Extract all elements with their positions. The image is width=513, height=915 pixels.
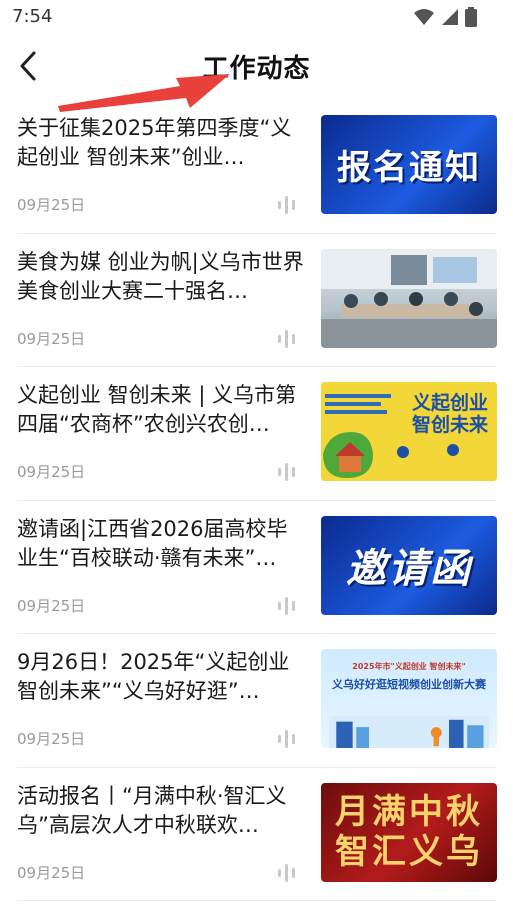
list-item[interactable]: 义起创业 智创未来 | 义乌市第四届“农商杯”农创兴农创… 09月25日 义起创… [0, 367, 513, 501]
article-date: 09月25日 [17, 329, 86, 348]
divider [17, 900, 496, 901]
article-title: 9月26日！2025年“义起创业 智创未来”“义乌好好逛”… [17, 650, 290, 703]
article-thumbnail: 报名通知 [321, 115, 497, 214]
audio-play-icon[interactable] [276, 595, 298, 615]
thumbnail-caption: 智创未来 [411, 414, 488, 436]
thumbnail-caption: 智汇义乌 [335, 832, 483, 872]
wifi-icon [414, 9, 434, 25]
article-title: 美食为媒 创业为帆|义乌市世界美食创业大赛二十强名… [17, 249, 304, 303]
list-item[interactable]: 活动报名丨“月满中秋·智汇义乌”高层次人才中秋联欢… 09月25日 月满中秋 智… [0, 768, 513, 901]
audio-play-icon[interactable] [276, 194, 298, 214]
list-item[interactable]: 关于征集2025年第四季度“义起创业 智创未来”创业… 09月25日 报名通知 [0, 100, 513, 234]
article-date: 09月25日 [17, 463, 86, 481]
meeting-photo-icon [321, 248, 497, 348]
audio-play-icon[interactable] [276, 461, 298, 481]
thumbnail-caption: 邀请函 [346, 546, 472, 592]
audio-play-icon[interactable] [276, 862, 298, 882]
article-title: 关于征集2025年第四季度“义起创业 智创未来”创业… [17, 116, 292, 169]
city-skyline-icon [329, 716, 489, 748]
list-item[interactable]: 邀请函|江西省2026届高校毕业生“百校联动·赣有未来”… 09月25日 邀请函 [0, 501, 513, 634]
article-title: 活动报名丨“月满中秋·智汇义乌”高层次人才中秋联欢… [17, 783, 287, 837]
audio-play-icon[interactable] [276, 328, 298, 348]
list-item[interactable]: 美食为媒 创业为帆|义乌市世界美食创业大赛二十强名… 09月25日 [0, 234, 513, 367]
thumbnail-caption: 月满中秋 [335, 792, 483, 832]
article-date: 09月25日 [17, 196, 86, 214]
article-thumbnail [321, 248, 497, 348]
article-thumbnail: 月满中秋 智汇义乌 [321, 782, 497, 882]
signal-icon [442, 9, 458, 25]
article-thumbnail: 义起创业 智创未来 [321, 382, 497, 481]
article-list: 关于征集2025年第四季度“义起创业 智创未来”创业… 09月25日 报名通知 … [0, 100, 513, 901]
battery-icon [465, 7, 477, 27]
list-item[interactable]: 9月26日！2025年“义起创业 智创未来”“义乌好好逛”… 09月25日 20… [0, 634, 513, 768]
thumbnail-caption: 义乌好好逛短视频创业创新大赛 [332, 678, 486, 691]
audio-play-icon[interactable] [276, 728, 298, 748]
article-date: 09月25日 [17, 730, 86, 748]
status-time: 7:54 [12, 6, 53, 27]
article-title: 邀请函|江西省2026届高校毕业生“百校联动·赣有未来”… [17, 516, 288, 570]
article-thumbnail: 2025年市"义起创业 智创未来" 义乌好好逛短视频创业创新大赛 [321, 649, 497, 748]
status-icons [413, 7, 477, 27]
thumbnail-caption: 报名通知 [337, 148, 481, 188]
article-title: 义起创业 智创未来 | 义乌市第四届“农商杯”农创兴农创… [17, 383, 297, 436]
article-date: 09月25日 [17, 596, 86, 615]
thumbnail-caption: 义起创业 [411, 392, 488, 414]
article-date: 09月25日 [17, 863, 86, 882]
status-bar: 7:54 [0, 0, 513, 34]
thumbnail-caption: 2025年市"义起创业 智创未来" [352, 662, 466, 671]
article-thumbnail: 邀请函 [321, 515, 497, 615]
